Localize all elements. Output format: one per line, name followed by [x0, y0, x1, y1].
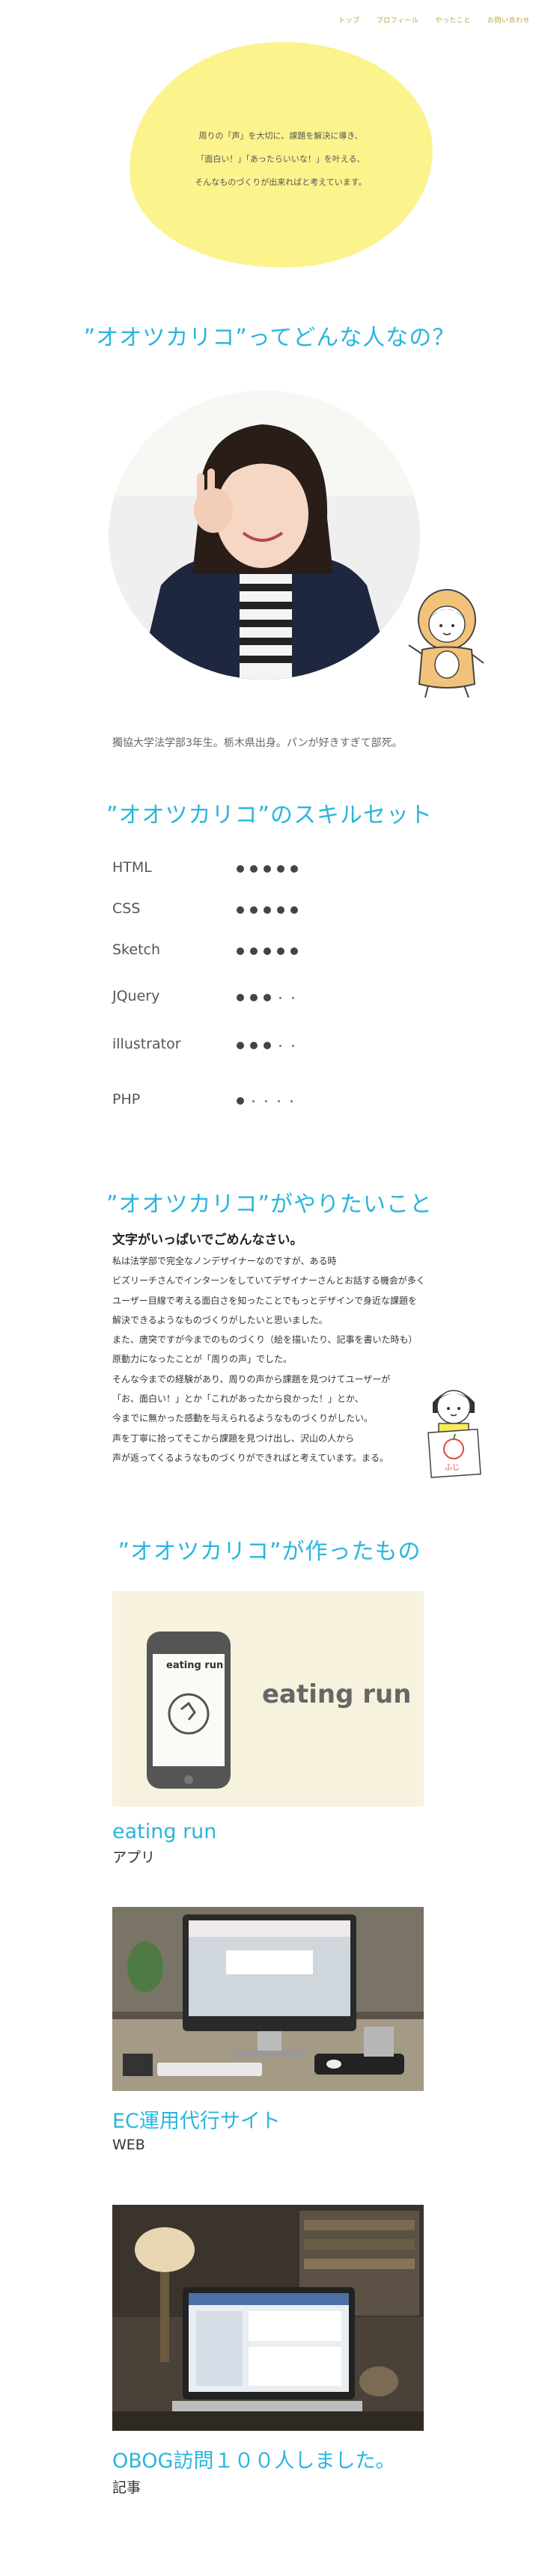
nav-link-top[interactable]: トップ [338, 15, 360, 25]
skill-dot-filled [290, 865, 298, 873]
skill-dot-empty [292, 997, 294, 999]
skill-dot-filled [290, 906, 298, 914]
skill-name: Sketch [112, 941, 161, 958]
skill-dot-filled [290, 947, 298, 955]
want-body: 私は法学部で完全なノンデザイナーなのですが、ある時 ビズリーチさんでインターンを… [112, 1251, 442, 1468]
want-line: ユーザー目線で考える面白さを知ったことでもっとデザインで身近な課題を [112, 1295, 418, 1306]
work-title[interactable]: OBOG訪問１００人しました。 [112, 2444, 424, 2473]
skill-dot-empty [290, 1100, 293, 1102]
work-title[interactable]: EC運用代行サイト [112, 2105, 424, 2134]
mascot-sign-text: ふじ [445, 1464, 460, 1472]
skill-level [237, 1097, 295, 1105]
skill-name: illustrator [112, 1036, 181, 1052]
skill-level [237, 947, 298, 955]
skill-dot-filled [237, 865, 244, 873]
work-title[interactable]: eating run [112, 1820, 424, 1843]
skills-heading: ”オオツカリコ”のスキルセット [106, 802, 433, 828]
want-heading: ”オオツカリコ”がやりたいこと [106, 1191, 433, 1218]
works-heading: ”オオツカリコ”が作ったもの [118, 1539, 421, 1565]
mascot-costume-illustration [406, 581, 488, 701]
work-category: アプリ [112, 1849, 156, 1866]
skill-row: illustrator [112, 1036, 337, 1058]
mascot-sign-illustration: ふじ [419, 1377, 488, 1479]
want-line: 今までに無かった感動を与えられるようなものづくりがしたい。 [112, 1413, 374, 1424]
nav-link-profile[interactable]: プロフィール [377, 15, 419, 25]
work-thumbnail[interactable] [112, 2205, 424, 2431]
want-lead: 文字がいっぱいでごめんなさい。 [112, 1233, 303, 1248]
skill-level [237, 906, 298, 914]
work-category: 記事 [112, 2479, 141, 2496]
skill-dot-filled [250, 994, 258, 1001]
want-line: 原動力になったことが「周りの声」でした。 [112, 1354, 293, 1365]
want-line: 声を丁寧に拾ってそこから課題を見つけ出し、沢山の人から [112, 1432, 355, 1444]
skill-dot-filled [237, 994, 244, 1001]
skill-row: PHP [112, 1091, 337, 1114]
skill-dot-empty [252, 1100, 255, 1102]
about-heading: ”オオツカリコ”ってどんな人なの？ [83, 325, 456, 351]
skill-dot-filled [264, 994, 271, 1001]
hero-intro: 周りの「声」を大切に、課題を解決に導き、 「面白い！」「あったらいいな！」を叶え… [129, 124, 433, 194]
skill-dot-filled [237, 1042, 244, 1049]
skill-dot-empty [279, 1045, 281, 1047]
skill-dot-filled [250, 865, 258, 873]
skill-dot-filled [264, 947, 271, 955]
skill-dot-filled [250, 947, 258, 955]
skill-row: Sketch [112, 941, 337, 964]
want-line: 解決できるようなものづくりがしたいと思いました。 [112, 1314, 328, 1325]
work-thumbnail[interactable] [112, 1907, 424, 2091]
skill-dot-filled [264, 906, 271, 914]
top-nav: トップ プロフィール やったこと お問い合わせ [338, 15, 530, 25]
skill-dot-filled [250, 906, 258, 914]
want-line: そんな今までの経験があり、周りの声から課題を見つけてユーザーが [112, 1373, 391, 1385]
skill-row: JQuery [112, 988, 337, 1010]
intro-line: 「面白い！」「あったらいいな！」を叶える、 [196, 154, 365, 164]
skill-dot-filled [277, 865, 284, 873]
want-line: 「お、面白い！」とか「これがあったから良かった！」とか、 [112, 1394, 364, 1405]
skill-level [237, 994, 296, 1002]
want-line: また、唐突ですが今までのものづくり（絵を描いたり、記事を書いた時も） [112, 1334, 418, 1346]
want-line: 声が返ってくるようなものづくりができればと考えています。まる。 [112, 1452, 389, 1463]
skill-dot-empty [278, 1100, 280, 1102]
work-thumbnail[interactable]: eating run eating run [112, 1591, 424, 1807]
profile-photo [109, 391, 420, 680]
app-screen-label: eating run [166, 1660, 224, 1671]
skill-dot-empty [279, 997, 281, 999]
work-card[interactable]: EC運用代行サイト WEB [112, 1907, 424, 2153]
skill-dot-filled [277, 947, 284, 955]
app-banner-title: eating run [262, 1679, 412, 1709]
skill-dot-empty [265, 1100, 267, 1102]
skill-dot-filled [264, 1042, 271, 1049]
skill-level [237, 865, 298, 873]
skill-dot-filled [237, 947, 244, 955]
nav-link-works[interactable]: やったこと [435, 15, 471, 25]
skill-dot-empty [292, 1045, 294, 1047]
skill-name: CSS [112, 900, 141, 917]
nav-link-contact[interactable]: お問い合わせ [487, 15, 530, 25]
work-card[interactable]: OBOG訪問１００人しました。 記事 [112, 2205, 424, 2497]
work-category: WEB [112, 2137, 145, 2153]
skill-row: CSS [112, 900, 337, 923]
want-line: 私は法学部で完全なノンデザイナーなのですが、ある時 [112, 1256, 337, 1266]
skill-name: PHP [112, 1091, 141, 1108]
skill-dot-filled [237, 906, 244, 914]
intro-line: そんなものづくりが出来ればと考えています。 [195, 177, 367, 187]
work-card[interactable]: eating run eating run eating run アプリ [112, 1591, 424, 1867]
skill-dot-filled [277, 906, 284, 914]
want-line: ビズリーチさんでインターンをしていてデザイナーさんとお話する機会が多く [112, 1275, 425, 1287]
skill-dot-filled [250, 1042, 258, 1049]
skill-dot-filled [264, 865, 271, 873]
skill-dot-filled [237, 1097, 244, 1105]
intro-line: 周りの「声」を大切に、課題を解決に導き、 [198, 131, 363, 141]
skill-row: HTML [112, 859, 337, 882]
skill-level [237, 1042, 296, 1050]
skill-name: HTML [112, 859, 152, 876]
skill-name: JQuery [112, 988, 160, 1004]
profile-caption: 獨協大学法学部3年生。栃木県出身。パンが好きすぎて部死。 [112, 737, 403, 749]
